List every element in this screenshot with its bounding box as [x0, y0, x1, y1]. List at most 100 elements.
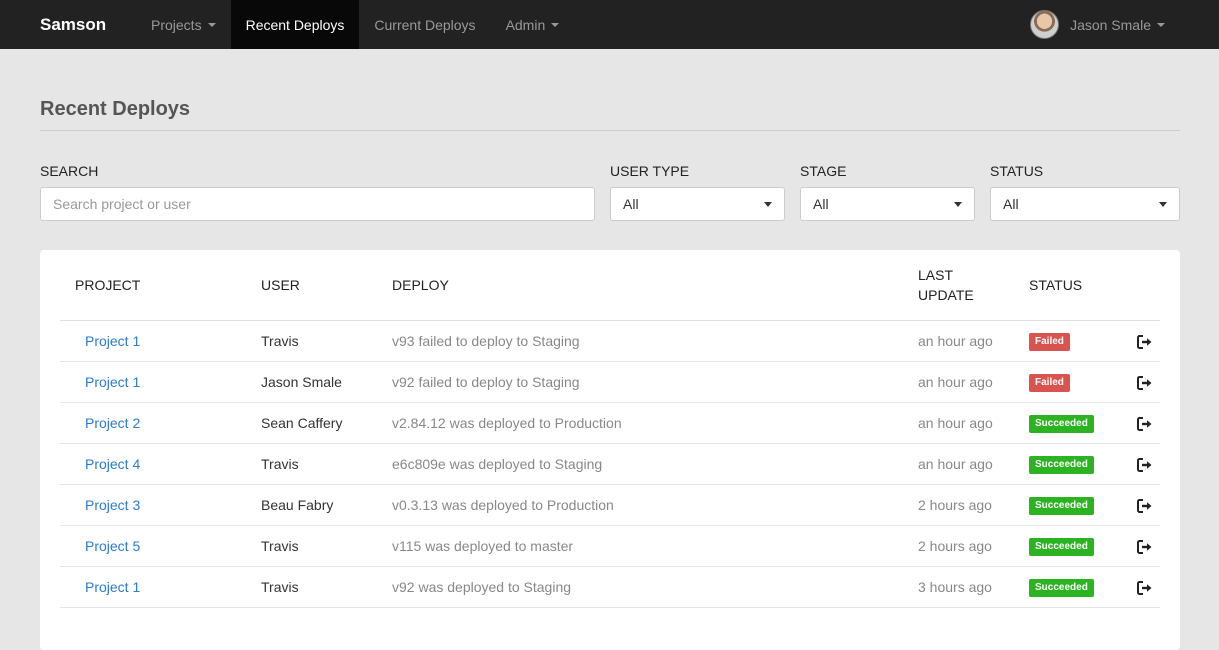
nav-admin[interactable]: Admin	[491, 0, 575, 49]
cell-deploy: e6c809e was deployed to Staging	[392, 443, 918, 485]
user-type-label: USER TYPE	[610, 163, 690, 179]
project-link[interactable]: Project 3	[85, 497, 140, 513]
status-badge: Failed	[1029, 373, 1070, 392]
caret-down-icon	[1159, 202, 1167, 207]
user-type-select[interactable]: All	[610, 187, 785, 221]
table-row: Project 3 Beau Fabry v0.3.13 was deployed …	[60, 484, 1160, 526]
header-last-update-line2: UPDATE	[918, 286, 974, 303]
project-link[interactable]: Project 2	[85, 415, 140, 431]
cell-status: Succeeded	[1029, 484, 1129, 526]
cell-last-update: 3 hours ago	[918, 566, 1029, 608]
cell-deploy: v93 failed to deploy to Staging	[392, 320, 918, 362]
sign-out-icon[interactable]	[1136, 375, 1153, 390]
page-title: Recent Deploys	[40, 98, 1180, 131]
cell-action	[1129, 361, 1160, 403]
caret-down-icon	[1157, 22, 1165, 27]
main-content: Recent Deploys SEARCH USER TYPE All STAG…	[40, 49, 1180, 650]
header-action	[1129, 250, 1160, 321]
project-link[interactable]: Project 4	[85, 456, 140, 472]
status-label: STATUS	[990, 163, 1044, 179]
nav-admin-label: Admin	[505, 16, 546, 33]
status-badge: Succeeded	[1029, 537, 1094, 556]
header-deploy: DEPLOY	[392, 250, 918, 321]
cell-last-update: an hour ago	[918, 402, 1029, 444]
sign-out-icon[interactable]	[1136, 539, 1153, 554]
nav-recent-deploys[interactable]: Recent Deploys	[230, 0, 360, 49]
header-last-update: LAST UPDATE	[918, 250, 1029, 321]
cell-status: Failed	[1029, 320, 1129, 362]
nav-projects-label: Projects	[151, 16, 202, 33]
sign-out-icon[interactable]	[1136, 457, 1153, 472]
sign-out-icon[interactable]	[1136, 334, 1153, 349]
sign-out-icon[interactable]	[1136, 580, 1153, 595]
cell-user: Jason Smale	[261, 361, 392, 403]
cell-status: Succeeded	[1029, 443, 1129, 485]
cell-status: Succeeded	[1029, 566, 1129, 608]
caret-down-icon	[764, 202, 772, 207]
header-user: USER	[261, 250, 392, 321]
cell-project: Project 1	[60, 566, 261, 608]
project-link[interactable]: Project 1	[85, 374, 140, 390]
stage-select[interactable]: All	[800, 187, 975, 221]
cell-project: Project 1	[60, 361, 261, 403]
nav-current-deploys[interactable]: Current Deploys	[359, 0, 490, 49]
deploys-panel: PROJECT USER DEPLOY LAST UPDATE STATUS Pr…	[40, 250, 1180, 650]
cell-action	[1129, 402, 1160, 444]
status-badge: Succeeded	[1029, 578, 1094, 597]
stage-filter: STAGE All	[800, 163, 975, 221]
search-label: SEARCH	[40, 163, 99, 179]
cell-last-update: 2 hours ago	[918, 484, 1029, 526]
avatar	[1030, 10, 1060, 39]
cell-project: Project 2	[60, 402, 261, 444]
top-navbar: Samson Projects Recent Deploys Current D…	[0, 0, 1219, 49]
brand-logo[interactable]: Samson	[0, 15, 136, 35]
stage-value: All	[813, 196, 829, 212]
cell-deploy: v115 was deployed to master	[392, 525, 918, 567]
cell-action	[1129, 566, 1160, 608]
nav-recent-deploys-label: Recent Deploys	[245, 16, 345, 33]
nav-current-deploys-label: Current Deploys	[374, 16, 476, 33]
cell-user: Travis	[261, 566, 392, 608]
table-row: Project 1 Jason Smale v92 failed to deploy…	[60, 361, 1160, 403]
stage-label: STAGE	[800, 163, 847, 179]
filters: SEARCH USER TYPE All STAGE All STATUS Al…	[40, 132, 1180, 222]
sign-out-icon[interactable]	[1136, 416, 1153, 431]
cell-deploy: v0.3.13 was deployed to Production	[392, 484, 918, 526]
header-project: PROJECT	[60, 250, 261, 321]
nav-projects[interactable]: Projects	[136, 0, 231, 49]
table-row: Project 1 Travis v93 failed to deploy to S…	[60, 320, 1160, 362]
table-row: Project 1 Travis v92 was deployed to Stagi…	[60, 566, 1160, 608]
cell-action	[1129, 484, 1160, 526]
cell-status: Failed	[1029, 361, 1129, 403]
caret-down-icon	[551, 22, 560, 27]
sign-out-icon[interactable]	[1136, 498, 1153, 513]
cell-action	[1129, 525, 1160, 567]
cell-deploy: v92 was deployed to Staging	[392, 566, 918, 608]
table-header-row: PROJECT USER DEPLOY LAST UPDATE STATUS	[60, 250, 1160, 321]
project-link[interactable]: Project 1	[85, 579, 140, 595]
cell-project: Project 5	[60, 525, 261, 567]
cell-project: Project 1	[60, 320, 261, 362]
status-badge: Succeeded	[1029, 496, 1094, 515]
cell-last-update: an hour ago	[918, 443, 1029, 485]
cell-project: Project 4	[60, 443, 261, 485]
status-badge: Failed	[1029, 332, 1070, 351]
search-input[interactable]	[40, 187, 595, 221]
search-filter: SEARCH	[40, 163, 595, 221]
user-name: Jason Smale	[1070, 16, 1151, 33]
header-status: STATUS	[1029, 250, 1129, 321]
cell-status: Succeeded	[1029, 525, 1129, 567]
cell-user: Sean Caffery	[261, 402, 392, 444]
cell-last-update: an hour ago	[918, 361, 1029, 403]
cell-deploy: v2.84.12 was deployed to Production	[392, 402, 918, 444]
project-link[interactable]: Project 1	[85, 333, 140, 349]
project-link[interactable]: Project 5	[85, 538, 140, 554]
cell-deploy: v92 failed to deploy to Staging	[392, 361, 918, 403]
user-menu[interactable]: Jason Smale	[1030, 0, 1165, 49]
status-filter: STATUS All	[990, 163, 1180, 221]
user-type-filter: USER TYPE All	[610, 163, 785, 221]
status-value: All	[1003, 196, 1019, 212]
status-select[interactable]: All	[990, 187, 1180, 221]
cell-action	[1129, 320, 1160, 362]
cell-status: Succeeded	[1029, 402, 1129, 444]
